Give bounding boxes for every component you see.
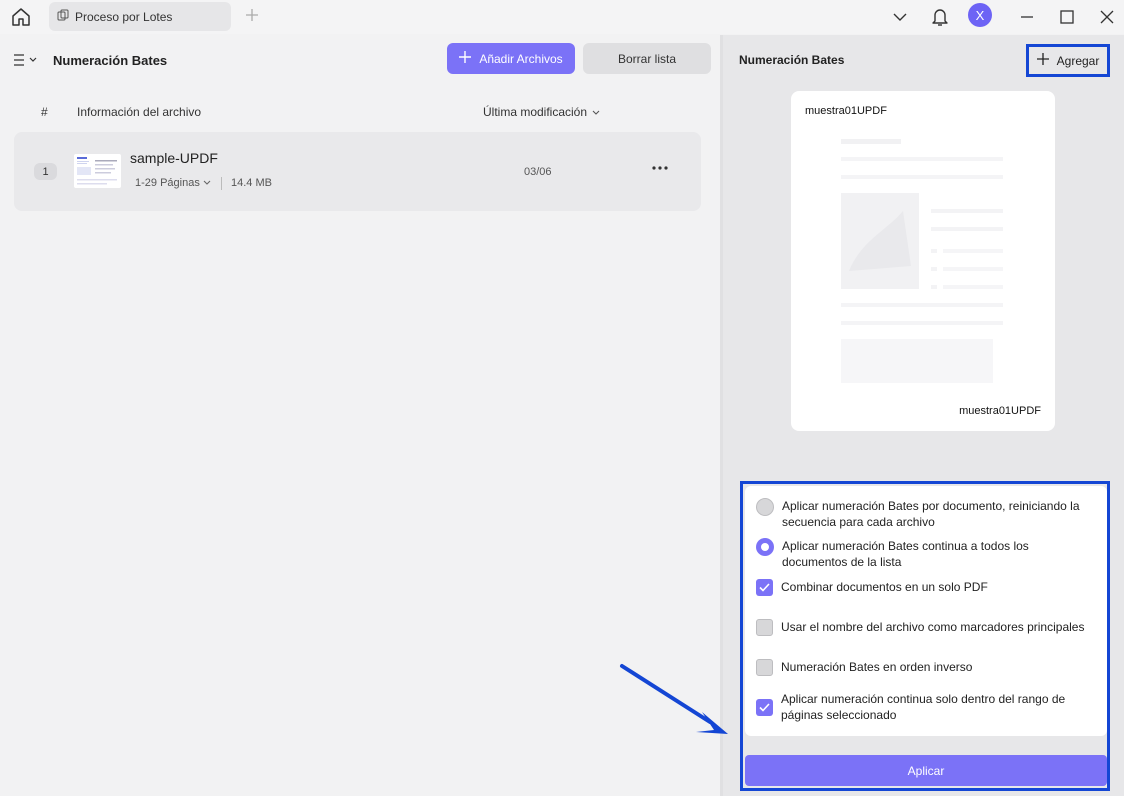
add-files-button[interactable]: Añadir Archivos: [447, 43, 575, 74]
divider: [221, 177, 222, 190]
option-label: Combinar documentos en un solo PDF: [781, 580, 988, 594]
add-bates-label: Agregar: [1056, 53, 1100, 68]
clear-list-button[interactable]: Borrar lista: [583, 43, 711, 74]
option-label: Aplicar numeración Bates por documento, …: [782, 499, 1080, 529]
table-row[interactable]: 1 sample-UPDF 1-29 Páginas 14.4 MB 03/06: [14, 132, 701, 211]
page-range-chevron-icon: [203, 177, 211, 189]
plus-icon: [459, 51, 472, 66]
settings-panel: Numeración Bates Agregar muestra01UPDF m…: [723, 35, 1124, 796]
add-bates-button[interactable]: Agregar: [1026, 44, 1110, 77]
minimize-icon[interactable]: [1016, 6, 1038, 28]
modified-date: 03/06: [524, 166, 552, 178]
more-options-icon[interactable]: [650, 160, 670, 176]
option-continuous[interactable]: Aplicar numeración Bates continua a todo…: [756, 538, 1096, 570]
chevron-down-icon[interactable]: [889, 6, 911, 28]
annotation-arrow-icon: [620, 664, 728, 734]
page-range-label: 1-29 Páginas: [135, 177, 200, 189]
checkbox-page-range-continuous[interactable]: [756, 699, 773, 716]
column-header-file-info: Información del archivo: [77, 105, 202, 119]
panel-title: Numeración Bates: [739, 53, 845, 67]
checkbox-reverse-order[interactable]: [756, 659, 773, 676]
add-files-label: Añadir Archivos: [479, 51, 563, 66]
option-label: Usar el nombre del archivo como marcador…: [781, 620, 1085, 634]
tab-label: Proceso por Lotes: [75, 9, 173, 24]
avatar[interactable]: X: [968, 3, 992, 27]
plus-icon: [1036, 53, 1049, 68]
bates-preview: muestra01UPDF muestra01UPDF: [791, 91, 1055, 431]
apply-button[interactable]: Aplicar: [745, 755, 1107, 786]
row-index-badge: 1: [34, 163, 57, 180]
radio-per-document[interactable]: [756, 498, 774, 516]
column-header-modified-label: Última modificación: [483, 105, 588, 119]
close-icon[interactable]: [1096, 6, 1118, 28]
options-highlight-box: Aplicar numeración Bates por documento, …: [740, 481, 1110, 791]
tab-batch-process[interactable]: Proceso por Lotes: [49, 2, 231, 31]
file-thumbnail: [74, 154, 121, 188]
preview-footer-label: muestra01UPDF: [959, 405, 1041, 417]
sort-chevron-icon: [592, 105, 600, 119]
menu-icon[interactable]: [13, 52, 39, 68]
file-name: sample-UPDF: [130, 150, 218, 166]
option-per-document[interactable]: Aplicar numeración Bates por documento, …: [756, 498, 1096, 530]
check-icon: [759, 703, 770, 712]
column-header-modified[interactable]: Última modificación: [483, 105, 600, 119]
options-card: Aplicar numeración Bates por documento, …: [745, 486, 1107, 736]
option-combine-pdf[interactable]: Combinar documentos en un solo PDF: [756, 579, 1096, 596]
option-label: Aplicar numeración continua solo dentro …: [781, 692, 1066, 722]
page-title: Numeración Bates: [53, 53, 168, 68]
page-range-selector[interactable]: 1-29 Páginas: [135, 177, 211, 189]
preview-page-placeholder: [841, 139, 1003, 383]
check-icon: [759, 583, 770, 592]
title-bar: Proceso por Lotes X: [0, 0, 1124, 34]
copy-icon: [57, 9, 69, 24]
option-label: Aplicar numeración Bates continua a todo…: [782, 539, 1029, 569]
option-reverse-order[interactable]: Numeración Bates en orden inverso: [756, 659, 1096, 676]
clear-list-label: Borrar lista: [617, 51, 676, 66]
maximize-icon[interactable]: [1056, 6, 1078, 28]
option-label: Numeración Bates en orden inverso: [781, 660, 973, 674]
new-tab-plus-icon[interactable]: [244, 7, 260, 23]
column-header-index: #: [41, 105, 48, 119]
radio-continuous[interactable]: [756, 538, 774, 556]
option-page-range-continuous[interactable]: Aplicar numeración continua solo dentro …: [756, 691, 1096, 723]
option-filename-bookmarks[interactable]: Usar el nombre del archivo como marcador…: [756, 619, 1096, 636]
apply-label: Aplicar: [907, 763, 945, 778]
checkbox-combine-pdf[interactable]: [756, 579, 773, 596]
checkbox-filename-bookmarks[interactable]: [756, 619, 773, 636]
home-icon[interactable]: [10, 6, 32, 28]
bell-icon[interactable]: [929, 6, 951, 28]
file-size: 14.4 MB: [231, 177, 272, 189]
